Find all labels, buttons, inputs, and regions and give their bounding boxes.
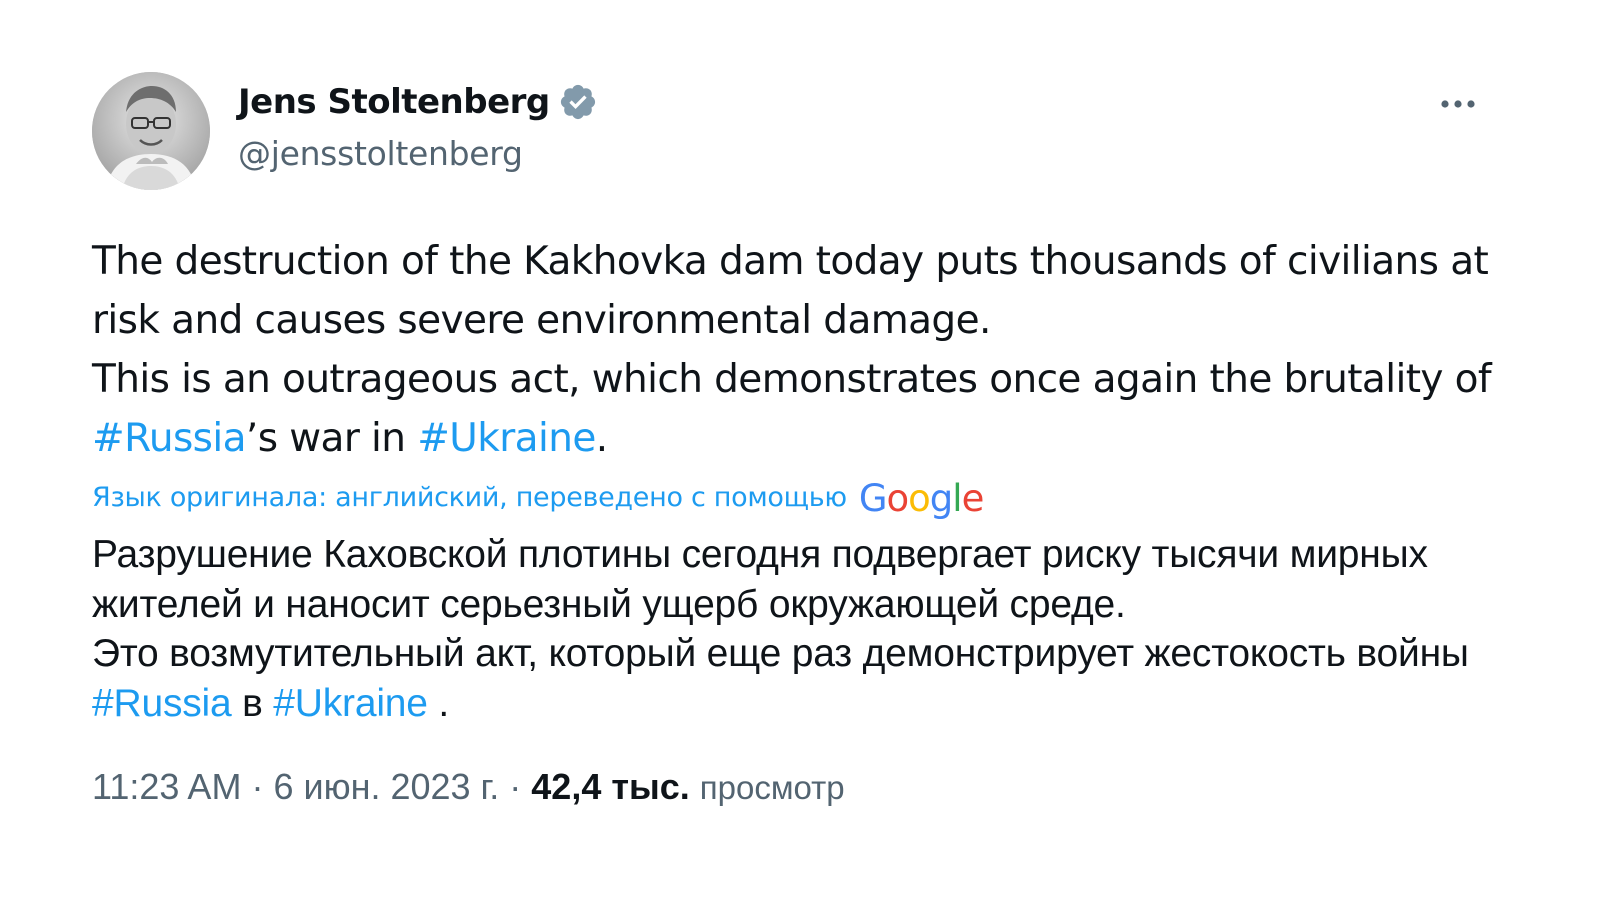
hashtag-ukraine-link[interactable]: #Ukraine: [417, 416, 596, 461]
tweet-text-original: The destruction of the Kakhovka dam toda…: [92, 232, 1512, 468]
translated-hashtag-ukraine-link[interactable]: #Ukraine: [273, 682, 428, 725]
google-logo-letter: g: [929, 477, 953, 520]
tweet-time-link[interactable]: 11:23 AM: [92, 766, 241, 807]
author-handle[interactable]: @jensstoltenberg: [238, 134, 523, 173]
hashtag-russia-link[interactable]: #Russia: [92, 416, 247, 461]
tweet-date-link[interactable]: 6 июн. 2023 г.: [273, 766, 499, 807]
avatar[interactable]: [92, 72, 210, 190]
tweet-text-translated: Разрушение Каховской плотины сегодня под…: [92, 530, 1532, 728]
views-count[interactable]: 42,4 тыс.: [531, 766, 689, 807]
google-logo-letter: l: [952, 477, 962, 520]
tweet-card[interactable]: Jens Stoltenberg @jensstoltenberg The de…: [0, 0, 1600, 900]
more-horizontal-icon[interactable]: [1438, 90, 1482, 118]
google-logo-letter: e: [961, 477, 985, 520]
google-logo-text: Google: [859, 477, 984, 520]
translated-hashtag-russia-link[interactable]: #Russia: [92, 682, 232, 725]
google-logo-letter: o: [886, 477, 910, 520]
tweet-paragraph-2-suffix: .: [595, 416, 608, 461]
translated-paragraph-2-middle: в: [231, 681, 274, 725]
author-name-row[interactable]: Jens Stoltenberg: [238, 82, 598, 122]
translation-note-link[interactable]: Язык оригинала: английский, переведено с…: [92, 476, 984, 520]
tweet-paragraph-1: The destruction of the Kakhovka dam toda…: [92, 239, 1489, 343]
translated-paragraph-2-suffix: .: [427, 681, 450, 725]
google-logo-letter: G: [858, 477, 888, 520]
tweet-paragraph-2-prefix: This is an outrageous act, which demonst…: [92, 357, 1492, 402]
google-logo: Google: [859, 477, 984, 520]
author-display-name[interactable]: Jens Stoltenberg: [238, 82, 550, 122]
translated-paragraph-1: Разрушение Каховской плотины сегодня под…: [92, 533, 1428, 626]
avatar-photo: [92, 72, 210, 190]
translated-paragraph-2-prefix: Это возмутительный акт, который еще раз …: [92, 632, 1469, 675]
meta-separator: ·: [499, 766, 532, 807]
views-label: просмотр: [699, 769, 845, 806]
tweet-paragraph-2: This is an outrageous act, which demonst…: [92, 350, 1512, 468]
translation-note-text: Язык оригинала: английский, переведено с…: [92, 482, 847, 513]
verified-badge-icon: [560, 84, 595, 120]
meta-separator: ·: [241, 766, 274, 807]
tweet-paragraph-2-middle: ’s war in: [245, 416, 418, 461]
tweet-meta-row: 11:23 AM · 6 июн. 2023 г. · 42,4 тыс. пр…: [92, 766, 845, 808]
translated-paragraph-2: Это возмутительный акт, который еще раз …: [92, 629, 1532, 728]
google-logo-letter: o: [908, 477, 931, 520]
